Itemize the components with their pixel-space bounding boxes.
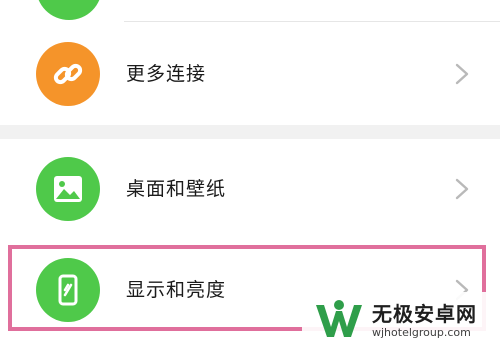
settings-row-label: 桌面和壁纸 — [126, 178, 227, 200]
row-divider — [124, 21, 500, 22]
section-separator — [0, 125, 500, 139]
watermark: 无极安卓网 wjhotelgroup.com — [302, 292, 500, 349]
settings-screen: 更多连接 桌面和壁纸 显示和亮度 无极安卓网 wjhotelgroup.com — [0, 0, 500, 349]
watermark-logo-icon — [316, 299, 362, 337]
settings-row-label: 更多连接 — [126, 63, 207, 85]
image-icon — [36, 157, 100, 221]
settings-row-more-connections[interactable]: 更多连接 — [0, 24, 500, 124]
settings-row-desktop-wallpaper[interactable]: 桌面和壁纸 — [0, 139, 500, 239]
link-icon — [36, 42, 100, 106]
watermark-url: wjhotelgroup.com — [372, 325, 471, 339]
watermark-title: 无极安卓网 — [372, 301, 477, 326]
chevron-right-icon — [455, 178, 469, 200]
previous-row-icon — [36, 0, 102, 20]
chevron-right-icon — [455, 63, 469, 85]
